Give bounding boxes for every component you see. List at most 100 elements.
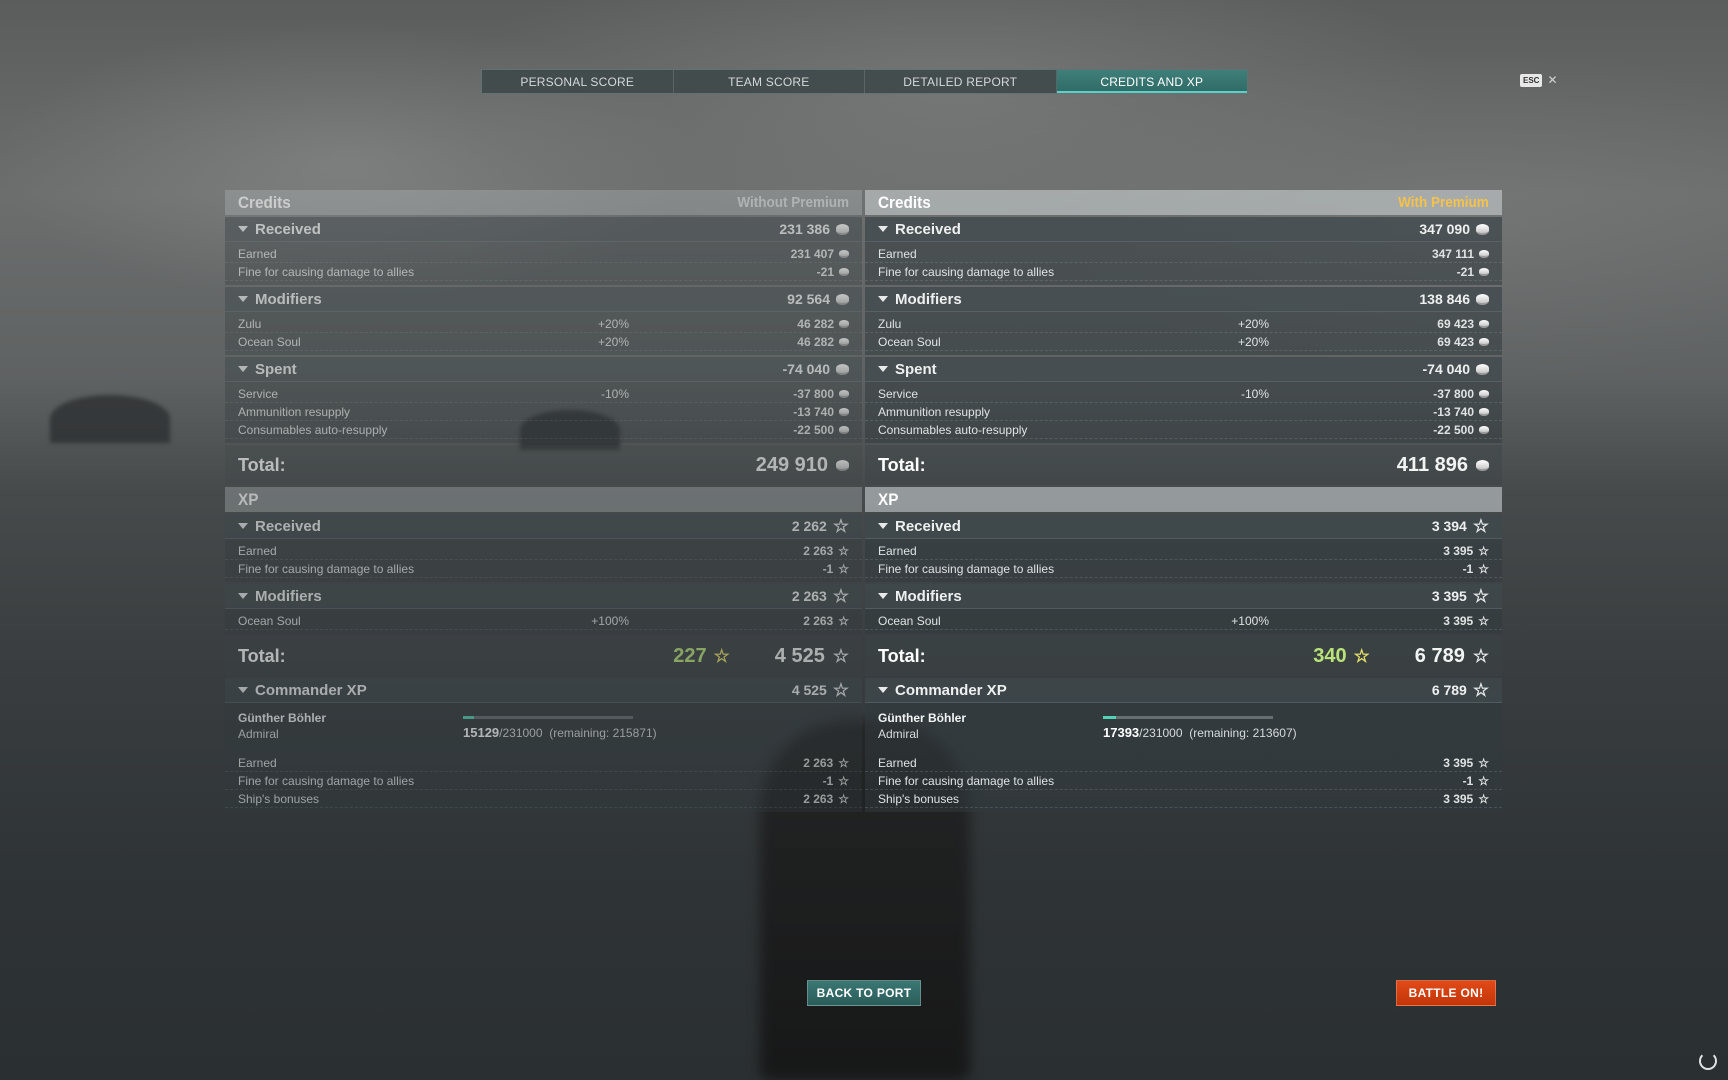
list-item: Earned 3 395 ☆ [865,754,1502,772]
row-percent: +20% [1237,334,1269,349]
group-label: Commander XP [895,681,1007,699]
row-name: Fine for causing damage to allies [238,773,415,788]
spent-header[interactable]: Spent -74 040 [865,357,1502,382]
modifiers-header[interactable]: Modifiers 138 846 [865,287,1502,312]
collapse-triangle-icon[interactable] [238,226,248,232]
received-header[interactable]: Received 231 386 [225,217,862,242]
row-value: -13 740 [1433,404,1474,419]
island-silhouette [50,395,170,443]
commander-xp-header[interactable]: Commander XP 6 789 ☆ [865,678,1502,703]
total-value: 6 789 [1414,644,1465,667]
row-name: Ocean Soul [238,613,301,628]
row-value: -13 740 [793,404,834,419]
received-header[interactable]: Received 2 262 ☆ [225,514,862,539]
esc-key-icon[interactable]: ESC [1520,73,1543,87]
credits-spent-group: Spent -74 040 Service -10% -37 800 Ammunit… [865,357,1502,443]
row-name: Zulu [238,316,262,331]
battle-button[interactable]: BATTLE ON! [1396,980,1496,1006]
collapse-triangle-icon[interactable] [878,687,888,693]
received-header[interactable]: Received 3 394 ☆ [865,514,1502,539]
commander-name: Günther Böhler [238,711,327,725]
xp-star-icon: ☆ [1472,680,1489,700]
collapse-triangle-icon[interactable] [878,593,888,599]
group-value: 2 263 [791,588,827,604]
collapse-triangle-icon[interactable] [238,687,248,693]
list-item: Service -10% -37 800 [225,385,862,403]
credits-icon [1479,337,1489,346]
collapse-triangle-icon[interactable] [238,593,248,599]
progress-fill [1103,716,1116,719]
row-value: -21 [816,264,834,279]
commander-info: Günther Böhler Admiral 17393/231000 (rem… [865,703,1502,751]
xp-star-icon: ☆ [838,791,849,806]
modifiers-header[interactable]: Modifiers 3 395 ☆ [865,584,1502,609]
spent-header[interactable]: Spent -74 040 [225,357,862,382]
group-label: Received [255,220,321,238]
modifiers-header[interactable]: Modifiers 92 564 [225,287,862,312]
xp-star-icon: ☆ [1472,586,1489,606]
credits-total: Total: 411 896 [865,445,1502,485]
total-value: 249 910 [755,453,828,476]
total-label: Total: [878,645,926,666]
premium-label: With Premium [1398,194,1489,211]
group-label: Modifiers [255,290,322,308]
group-value: 231 386 [779,221,830,237]
commander-xp-group: Commander XP 6 789 ☆ Günther Böhler Admir… [865,678,1502,812]
list-item: Earned 231 407 [225,245,862,263]
collapse-triangle-icon[interactable] [878,366,888,372]
xp-star-icon: ☆ [1478,791,1489,806]
group-label: Commander XP [255,681,367,699]
xp-star-icon: ☆ [838,543,849,558]
collapse-triangle-icon[interactable] [238,523,248,529]
back-to-port-button[interactable]: BACK TO PORT [807,980,921,1006]
esc-close[interactable]: ESC ✕ [1520,73,1558,87]
commander-rank: Admiral [238,727,279,741]
tab-team-score[interactable]: TEAM SCORE [674,70,865,93]
row-value: -1 [1462,561,1474,576]
commander-xp-needed: /231000 [1139,726,1183,740]
row-name: Earned [238,755,277,770]
xp-star-icon: ☆ [832,646,849,666]
loading-spinner-icon [1699,1052,1717,1070]
commander-info: Günther Böhler Admiral 15129/231000 (rem… [225,703,862,751]
credits-icon [1479,267,1489,276]
credits-icon [839,319,849,328]
credits-icon [839,407,849,416]
free-xp-value: 340 [1313,644,1347,667]
tab-personal-score[interactable]: PERSONAL SCORE [482,70,674,93]
row-name: Ocean Soul [238,334,301,349]
list-item: Ammunition resupply -13 740 [865,403,1502,421]
xp-total: Total: 340 ☆ 6 789 ☆ [865,636,1502,676]
modifiers-header[interactable]: Modifiers 2 263 ☆ [225,584,862,609]
row-name: Ocean Soul [878,334,941,349]
group-label: Received [255,517,321,535]
credits-icon [836,459,849,471]
received-header[interactable]: Received 347 090 [865,217,1502,242]
row-name: Earned [238,246,277,261]
collapse-triangle-icon[interactable] [238,296,248,302]
row-value: -22 500 [793,422,834,437]
credits-icon [839,425,849,434]
row-name: Fine for causing damage to allies [878,773,1055,788]
xp-star-icon: ☆ [1478,773,1489,788]
close-icon[interactable]: ✕ [1547,73,1557,87]
credits-header: Credits Without Premium [225,190,862,215]
xp-star-icon: ☆ [1472,646,1489,666]
tab-detailed-report[interactable]: DETAILED REPORT [865,70,1057,93]
list-item: Ammunition resupply -13 740 [225,403,862,421]
row-name: Fine for causing damage to allies [878,264,1055,279]
row-value: -21 [1456,264,1474,279]
xp-star-icon: ☆ [838,755,849,770]
row-name: Earned [238,543,277,558]
collapse-triangle-icon[interactable] [878,296,888,302]
list-item: Earned 2 263 ☆ [225,542,862,560]
collapse-triangle-icon[interactable] [238,366,248,372]
collapse-triangle-icon[interactable] [878,226,888,232]
xp-received-group: Received 2 262 ☆ Earned 2 263 ☆ Fine for ca… [225,514,862,582]
commander-xp-header[interactable]: Commander XP 4 525 ☆ [225,678,862,703]
row-value: -1 [1462,773,1474,788]
row-percent: +20% [597,334,629,349]
collapse-triangle-icon[interactable] [878,523,888,529]
row-name: Ship's bonuses [878,791,960,806]
tab-credits-and-xp[interactable]: CREDITS AND XP [1056,70,1247,93]
